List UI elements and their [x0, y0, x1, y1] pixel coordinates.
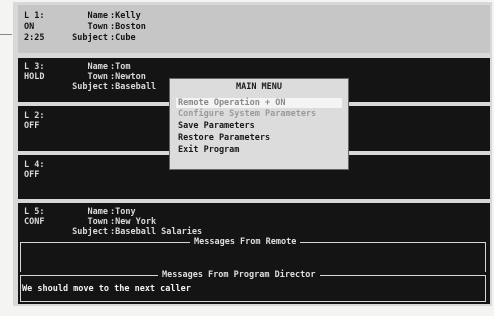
subject-value: :Baseball Salaries: [110, 227, 203, 237]
line-status: HOLD: [24, 72, 45, 82]
subject-label: Subject: [72, 227, 108, 237]
town-value: :New York: [110, 217, 157, 227]
line-panel-1[interactable]: L 1: ON 2:25 Name :Kelly Town :Boston Su…: [18, 5, 490, 53]
town-value: :Boston: [110, 22, 146, 32]
line-label: L 3:: [24, 62, 45, 72]
line-label: L 5:: [24, 207, 45, 217]
terminal-screen: L 1: ON 2:25 Name :Kelly Town :Boston Su…: [13, 2, 492, 306]
call-timer: 2:25: [24, 33, 45, 43]
name-label: Name: [87, 11, 108, 21]
subject-label: Subject: [72, 82, 108, 92]
line-status: ON: [24, 22, 35, 32]
line-status: OFF: [24, 170, 40, 180]
margin-rule: [0, 34, 12, 35]
line-panel-5[interactable]: L 5: CONF Name :Tony Town :New York Subj…: [18, 203, 490, 304]
name-value: :Kelly: [110, 11, 141, 21]
name-value: :Tom: [110, 62, 131, 72]
menu-item-remote-operation[interactable]: Remote Operation + ON: [176, 98, 342, 108]
subject-label: Subject: [72, 33, 108, 43]
menu-item-restore-parameters[interactable]: Restore Parameters: [176, 133, 342, 143]
messages-director-title: Messages From Program Director: [158, 271, 320, 280]
menu-item-save-parameters[interactable]: Save Parameters: [176, 121, 342, 131]
name-label: Name: [87, 62, 108, 72]
town-label: Town: [87, 217, 108, 227]
town-label: Town: [87, 22, 108, 32]
name-label: Name: [87, 207, 108, 217]
messages-director-text: We should move to the next caller: [22, 284, 191, 294]
line-status: CONF: [24, 217, 45, 227]
menu-item-exit-program[interactable]: Exit Program: [176, 145, 342, 155]
town-value: :Newton: [110, 72, 146, 82]
subject-value: :Baseball: [110, 82, 157, 92]
line-label: L 2:: [24, 111, 45, 121]
line-status: OFF: [24, 121, 40, 131]
main-menu: MAIN MENU Remote Operation + ON Configur…: [169, 78, 349, 170]
line-label: L 4:: [24, 160, 45, 170]
main-menu-title: MAIN MENU: [235, 82, 283, 92]
subject-value: :Cube: [110, 33, 136, 43]
name-value: :Tony: [110, 207, 136, 217]
line-label: L 1:: [24, 11, 45, 21]
menu-item-configure-parameters[interactable]: Configure System Parameters: [176, 109, 342, 119]
town-label: Town: [87, 72, 108, 82]
messages-remote-title: Messages From Remote: [190, 238, 301, 247]
